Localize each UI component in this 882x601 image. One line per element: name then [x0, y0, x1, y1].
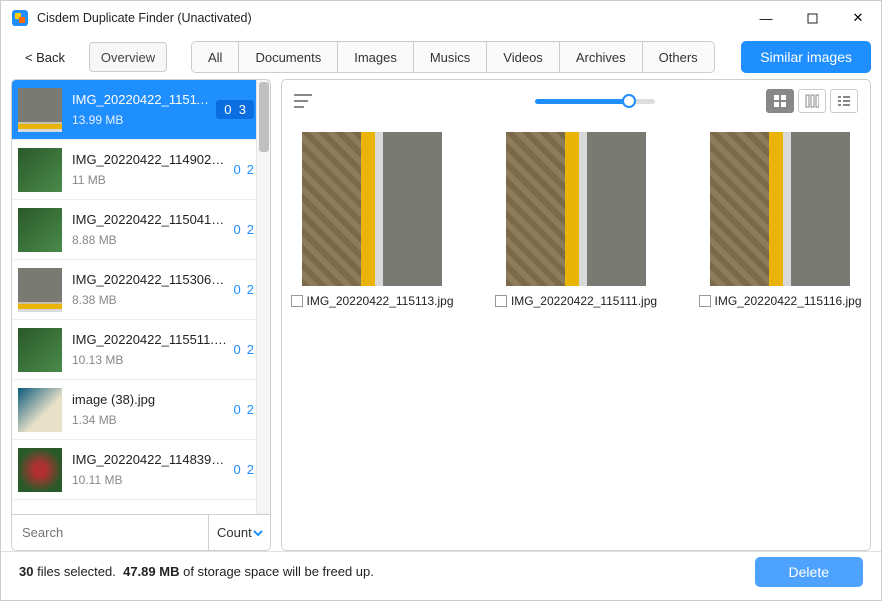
tab-documents[interactable]: Documents: [239, 42, 338, 72]
preview-toolbar: [282, 80, 870, 122]
window-title: Cisdem Duplicate Finder (Unactivated): [37, 11, 743, 25]
back-button[interactable]: < Back: [11, 42, 79, 72]
grid-item[interactable]: IMG_20220422_115111.jpg: [498, 132, 654, 308]
item-size: 8.88 MB: [72, 233, 228, 247]
list-item[interactable]: IMG_20220422_115113.j... 13.99 MB 0 3: [12, 80, 270, 140]
overview-button[interactable]: Overview: [89, 42, 167, 72]
sort-menu-icon[interactable]: [294, 93, 314, 109]
item-name: IMG_20220422_115306.j...: [72, 272, 228, 287]
thumbnail: [18, 208, 62, 252]
delete-button[interactable]: Delete: [755, 557, 863, 587]
select-checkbox[interactable]: [291, 295, 303, 307]
chevron-down-icon: [252, 527, 264, 539]
app-icon: [11, 9, 29, 27]
list-item[interactable]: IMG_20220422_115041.j...8.88 MB 02: [12, 200, 270, 260]
item-name: IMG_20220422_114902.j...: [72, 152, 228, 167]
file-name: IMG_20220422_115113.jpg: [307, 294, 454, 308]
list-footer: Count: [12, 514, 270, 550]
thumbnail-size-slider[interactable]: [535, 99, 655, 104]
tab-all[interactable]: All: [192, 42, 239, 72]
list-item[interactable]: IMG_20220422_115306.j...8.38 MB 02: [12, 260, 270, 320]
title-bar: Cisdem Duplicate Finder (Unactivated) — …: [1, 1, 881, 35]
item-name: image (38).jpg: [72, 392, 228, 407]
view-grid-button[interactable]: [766, 89, 794, 113]
scrollbar[interactable]: [256, 80, 270, 514]
group-list-panel: IMG_20220422_115113.j... 13.99 MB 0 3 IM…: [11, 79, 271, 551]
group-list: IMG_20220422_115113.j... 13.99 MB 0 3 IM…: [12, 80, 270, 514]
item-size: 10.11 MB: [72, 473, 228, 487]
view-list-button[interactable]: [830, 89, 858, 113]
thumbnail: [18, 88, 62, 132]
list-item[interactable]: IMG_20220422_115511.j...10.13 MB 02: [12, 320, 270, 380]
top-toolbar: < Back Overview All Documents Images Mus…: [1, 35, 881, 79]
item-name: IMG_20220422_114839.j...: [72, 452, 228, 467]
thumbnail: [18, 268, 62, 312]
sort-dropdown[interactable]: Count: [208, 515, 271, 550]
grid-item[interactable]: IMG_20220422_115116.jpg: [702, 132, 858, 308]
content-area: IMG_20220422_115113.j... 13.99 MB 0 3 IM…: [1, 79, 881, 551]
select-checkbox[interactable]: [495, 295, 507, 307]
list-item[interactable]: image (38).jpg1.34 MB 02: [12, 380, 270, 440]
list-item[interactable]: IMG_20220422_114839.j...10.11 MB 02: [12, 440, 270, 500]
tab-videos[interactable]: Videos: [487, 42, 560, 72]
item-size: 1.34 MB: [72, 413, 228, 427]
item-name: IMG_20220422_115113.j...: [72, 92, 210, 107]
select-checkbox[interactable]: [699, 295, 711, 307]
close-button[interactable]: ✕: [835, 1, 881, 35]
file-name: IMG_20220422_115116.jpg: [715, 294, 862, 308]
item-name: IMG_20220422_115511.j...: [72, 332, 228, 347]
tab-archives[interactable]: Archives: [560, 42, 643, 72]
file-name: IMG_20220422_115111.jpg: [511, 294, 657, 308]
item-size: 13.99 MB: [72, 113, 210, 127]
item-size: 8.38 MB: [72, 293, 228, 307]
status-bar: 30 files selected. 47.89 MB of storage s…: [1, 551, 881, 591]
grid-item[interactable]: IMG_20220422_115113.jpg: [294, 132, 450, 308]
item-name: IMG_20220422_115041.j...: [72, 212, 228, 227]
thumbnail-grid: IMG_20220422_115113.jpg IMG_20220422_115…: [282, 122, 870, 550]
similar-images-button[interactable]: Similar images: [741, 41, 871, 73]
minimize-button[interactable]: —: [743, 1, 789, 35]
item-size: 10.13 MB: [72, 353, 228, 367]
tab-others[interactable]: Others: [643, 42, 714, 72]
list-item[interactable]: IMG_20220422_114902.j...11 MB 02: [12, 140, 270, 200]
item-size: 11 MB: [72, 173, 228, 187]
tab-musics[interactable]: Musics: [414, 42, 487, 72]
tab-images[interactable]: Images: [338, 42, 414, 72]
maximize-button[interactable]: [789, 1, 835, 35]
search-input[interactable]: [12, 515, 208, 550]
selection-stats: 30 files selected. 47.89 MB of storage s…: [19, 564, 374, 579]
thumbnail: [18, 448, 62, 492]
thumbnail: [18, 388, 62, 432]
view-mode-group: [766, 89, 858, 113]
filter-tabs: All Documents Images Musics Videos Archi…: [191, 41, 715, 73]
preview-panel: IMG_20220422_115113.jpg IMG_20220422_115…: [281, 79, 871, 551]
thumbnail: [18, 328, 62, 372]
view-columns-button[interactable]: [798, 89, 826, 113]
thumbnail: [18, 148, 62, 192]
